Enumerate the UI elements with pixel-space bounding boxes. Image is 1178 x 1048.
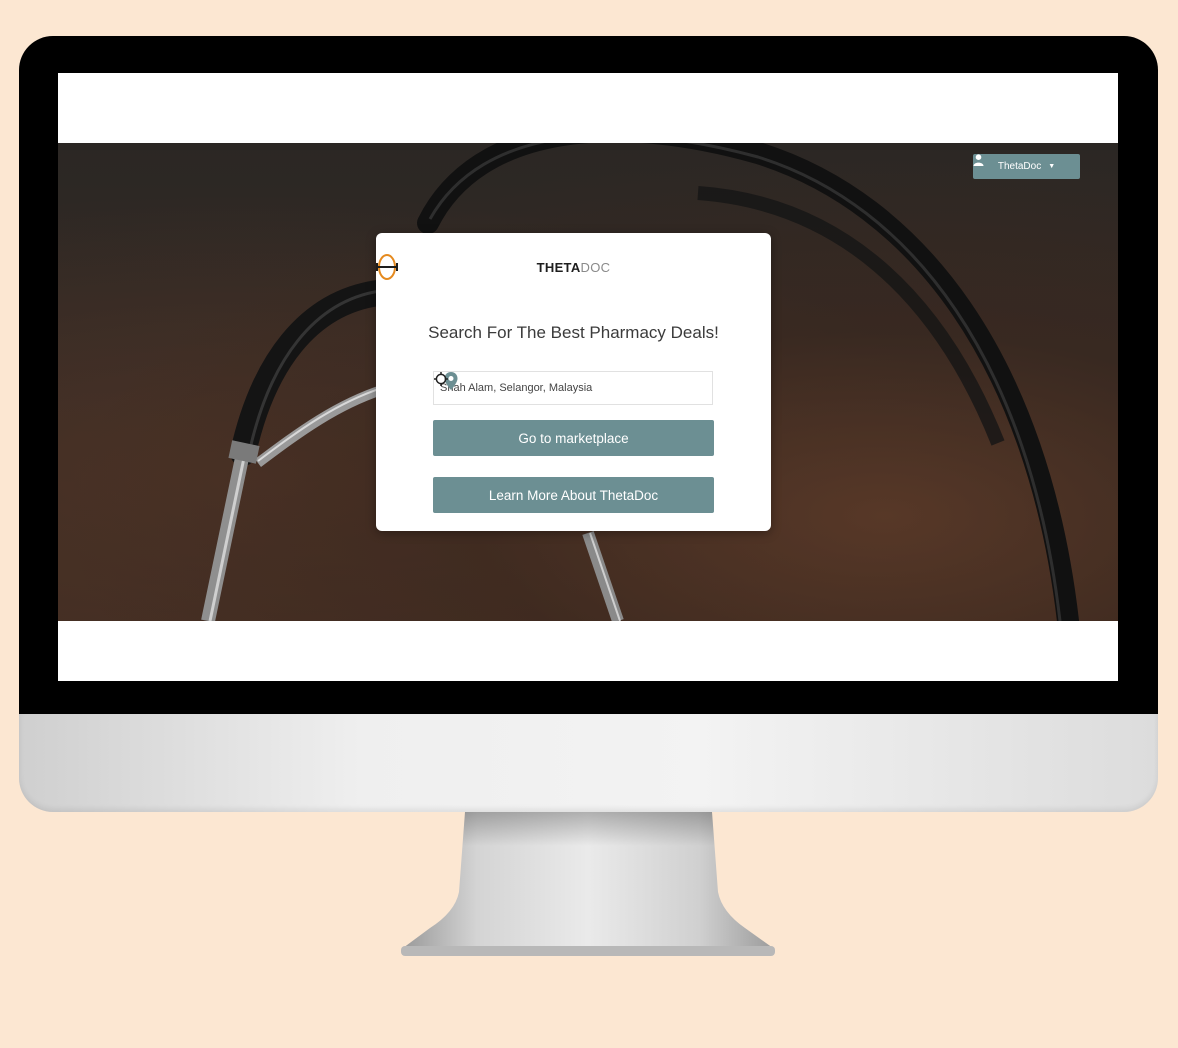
logo-doc-text: DOC <box>580 259 611 275</box>
logo-theta-text: THETA <box>536 259 581 275</box>
search-card: THETA DOC Search For The Best Pharmacy D… <box>376 233 771 531</box>
hero-background: ThetaDoc ▼ THETA DOC Search For The Best… <box>58 143 1118 621</box>
user-icon <box>973 154 984 166</box>
user-menu-button[interactable]: ThetaDoc ▼ <box>973 154 1080 179</box>
go-to-marketplace-button[interactable]: Go to marketplace <box>433 420 714 456</box>
location-field[interactable] <box>433 371 713 405</box>
page-title: Search For The Best Pharmacy Deals! <box>428 323 719 342</box>
location-input[interactable] <box>434 373 712 403</box>
learn-more-button[interactable]: Learn More About ThetaDoc <box>433 477 714 513</box>
monitor-stand <box>401 812 775 956</box>
thetadoc-logo: THETA DOC <box>376 253 771 281</box>
theta-symbol-icon <box>376 254 398 280</box>
crosshair-icon[interactable] <box>434 372 448 386</box>
user-menu-label: ThetaDoc <box>997 161 1042 172</box>
monitor-chin <box>19 714 1158 812</box>
caret-down-icon: ▼ <box>1048 163 1056 170</box>
screen: ThetaDoc ▼ THETA DOC Search For The Best… <box>58 73 1118 681</box>
